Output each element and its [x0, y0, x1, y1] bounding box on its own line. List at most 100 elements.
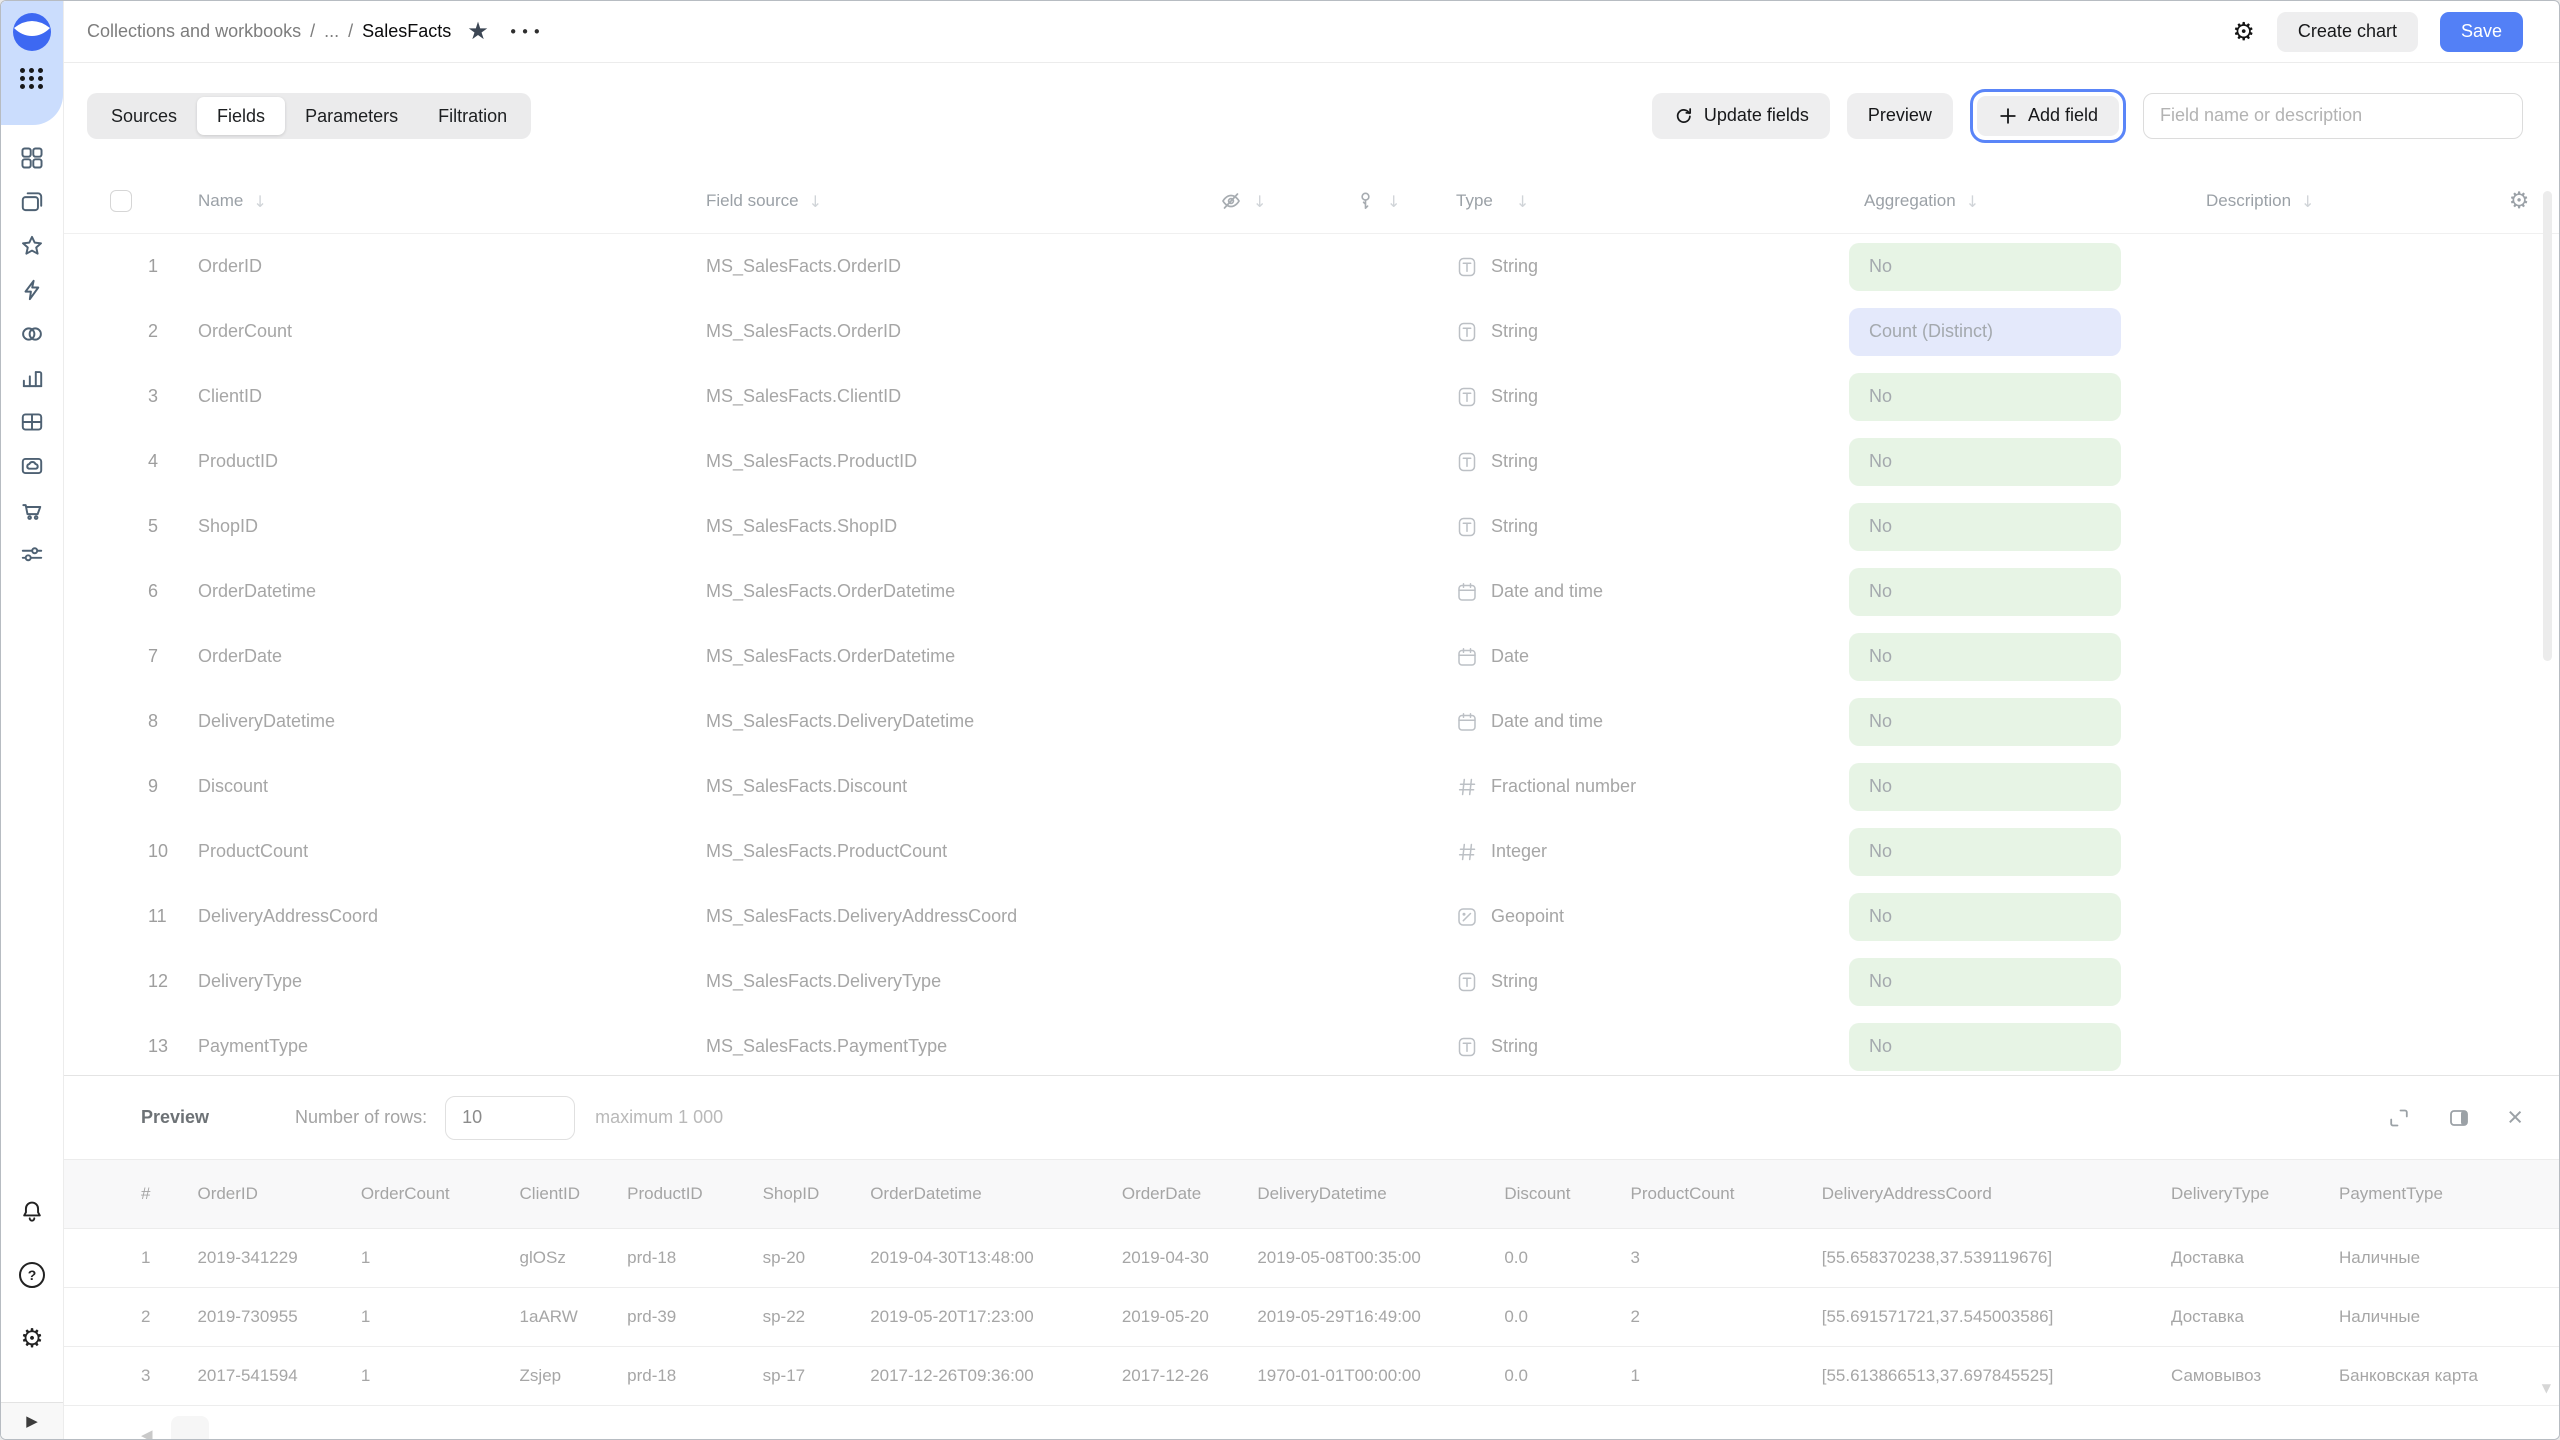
dataset-settings-gear-icon[interactable]: ⚙ [2233, 17, 2255, 46]
field-name[interactable]: OrderDate [198, 646, 706, 667]
prev-page-icon[interactable]: ◀ [141, 1426, 153, 1440]
collections-icon[interactable] [19, 189, 45, 215]
aggregation-select[interactable]: No [1849, 568, 2121, 616]
aggregation-select[interactable]: Count (Distinct) [1849, 308, 2121, 356]
field-name[interactable]: DeliveryDatetime [198, 711, 706, 732]
field-row[interactable]: 10 ProductCount MS_SalesFacts.ProductCou… [64, 819, 2559, 884]
field-row[interactable]: 13 PaymentType MS_SalesFacts.PaymentType… [64, 1014, 2559, 1078]
notifications-icon[interactable] [19, 1198, 45, 1224]
field-row[interactable]: 11 DeliveryAddressCoord MS_SalesFacts.De… [64, 884, 2559, 949]
field-name[interactable]: ProductCount [198, 841, 706, 862]
field-type[interactable]: Fractional number [1449, 776, 1844, 798]
field-name[interactable]: ClientID [198, 386, 706, 407]
settings-icon[interactable]: ⚙ [20, 1326, 43, 1352]
tab-fields[interactable]: Fields [197, 97, 285, 135]
dashboards-icon[interactable] [19, 145, 45, 171]
help-icon[interactable]: ? [19, 1262, 45, 1288]
dock-preview-icon[interactable] [2447, 1106, 2471, 1130]
aggregation-select[interactable]: No [1849, 698, 2121, 746]
sort-arrow-icon[interactable]: ↓ [809, 192, 822, 211]
field-name[interactable]: DeliveryType [198, 971, 706, 992]
breadcrumb-root[interactable]: Collections and workbooks [87, 21, 301, 42]
field-type[interactable]: Date and time [1449, 581, 1844, 603]
charts-icon[interactable] [19, 365, 45, 391]
column-header-description[interactable]: Description↓ [2134, 191, 2479, 211]
scroll-down-icon[interactable]: ▼ [2542, 1381, 2551, 1395]
field-type[interactable]: String [1449, 321, 1844, 343]
column-header-name[interactable]: Name↓ [198, 191, 706, 211]
add-field-button[interactable]: Add field [1977, 96, 2119, 136]
field-type[interactable]: String [1449, 386, 1844, 408]
sort-arrow-icon[interactable]: ↓ [253, 192, 266, 211]
tab-filtration[interactable]: Filtration [418, 97, 527, 135]
field-type[interactable]: Geopoint [1449, 906, 1844, 928]
field-type[interactable]: String [1449, 516, 1844, 538]
datalens-logo[interactable] [12, 12, 52, 52]
aggregation-select[interactable]: No [1849, 893, 2121, 941]
save-button[interactable]: Save [2440, 12, 2523, 52]
field-name[interactable]: ShopID [198, 516, 706, 537]
field-row[interactable]: 12 DeliveryType MS_SalesFacts.DeliveryTy… [64, 949, 2559, 1014]
field-row[interactable]: 4 ProductID MS_SalesFacts.ProductID Stri… [64, 429, 2559, 494]
field-name[interactable]: OrderID [198, 256, 706, 277]
field-type[interactable]: Integer [1449, 841, 1844, 863]
expand-panel-icon[interactable]: ▶ [26, 1412, 38, 1430]
aggregation-select[interactable]: No [1849, 828, 2121, 876]
favorite-star-icon[interactable]: ★ [467, 17, 489, 46]
field-row[interactable]: 2 OrderCount MS_SalesFacts.OrderID Strin… [64, 299, 2559, 364]
field-name[interactable]: ProductID [198, 451, 706, 472]
column-header-visibility[interactable]: ↓ [1214, 189, 1349, 213]
field-row[interactable]: 6 OrderDatetime MS_SalesFacts.OrderDatet… [64, 559, 2559, 624]
aggregation-select[interactable]: No [1849, 633, 2121, 681]
breadcrumb-ellipsis[interactable]: ... [324, 21, 339, 42]
sort-arrow-icon[interactable]: ↓ [1516, 192, 1529, 211]
close-preview-icon[interactable]: × [2507, 1104, 2523, 1131]
page-number-box[interactable] [171, 1416, 209, 1440]
field-name[interactable]: OrderDatetime [198, 581, 706, 602]
more-menu-icon[interactable]: ••• [509, 23, 545, 41]
field-type[interactable]: String [1449, 256, 1844, 278]
aggregation-select[interactable]: No [1849, 763, 2121, 811]
field-name[interactable]: DeliveryAddressCoord [198, 906, 706, 927]
field-row[interactable]: 3 ClientID MS_SalesFacts.ClientID String… [64, 364, 2559, 429]
marketplace-icon[interactable] [19, 497, 45, 523]
aggregation-select[interactable]: No [1849, 503, 2121, 551]
preview-toggle-button[interactable]: Preview [1847, 93, 1953, 139]
aggregation-select[interactable]: No [1849, 438, 2121, 486]
field-row[interactable]: 8 DeliveryDatetime MS_SalesFacts.Deliver… [64, 689, 2559, 754]
field-name[interactable]: OrderCount [198, 321, 706, 342]
aggregation-select[interactable]: No [1849, 373, 2121, 421]
aggregation-select[interactable]: No [1849, 1023, 2121, 1071]
field-name[interactable]: Discount [198, 776, 706, 797]
column-header-type[interactable]: Type↓ [1449, 191, 1844, 211]
services-icon[interactable] [19, 541, 45, 567]
table-settings-gear-icon[interactable]: ⚙ [2509, 188, 2530, 214]
field-type[interactable]: String [1449, 451, 1844, 473]
sort-arrow-icon[interactable]: ↓ [1253, 192, 1266, 211]
favorites-icon[interactable] [19, 233, 45, 259]
column-header-access-key[interactable]: ↓ [1349, 190, 1449, 213]
field-row[interactable]: 9 Discount MS_SalesFacts.Discount Fracti… [64, 754, 2559, 819]
column-header-aggregation[interactable]: Aggregation↓ [1844, 191, 2134, 211]
field-type[interactable]: Date [1449, 646, 1844, 668]
field-type[interactable]: String [1449, 1036, 1844, 1058]
expand-preview-icon[interactable] [2387, 1106, 2411, 1130]
aggregation-select[interactable]: No [1849, 243, 2121, 291]
field-row[interactable]: 7 OrderDate MS_SalesFacts.OrderDatetime … [64, 624, 2559, 689]
field-row[interactable]: 5 ShopID MS_SalesFacts.ShopID String No [64, 494, 2559, 559]
aggregation-select[interactable]: No [1849, 958, 2121, 1006]
field-name[interactable]: PaymentType [198, 1036, 706, 1057]
storage-icon[interactable] [19, 453, 45, 479]
quick-actions-icon[interactable] [19, 277, 45, 303]
rows-count-input[interactable] [445, 1096, 575, 1140]
field-row[interactable]: 1 OrderID MS_SalesFacts.OrderID String N… [64, 234, 2559, 299]
connections-icon[interactable] [19, 321, 45, 347]
field-type[interactable]: Date and time [1449, 711, 1844, 733]
field-type[interactable]: String [1449, 971, 1844, 993]
select-all-checkbox[interactable] [110, 190, 132, 212]
create-chart-button[interactable]: Create chart [2277, 12, 2418, 52]
field-search-input[interactable] [2143, 93, 2523, 139]
tab-sources[interactable]: Sources [91, 97, 197, 135]
column-header-field-source[interactable]: Field source↓ [706, 191, 1214, 211]
sort-arrow-icon[interactable]: ↓ [2301, 192, 2314, 211]
